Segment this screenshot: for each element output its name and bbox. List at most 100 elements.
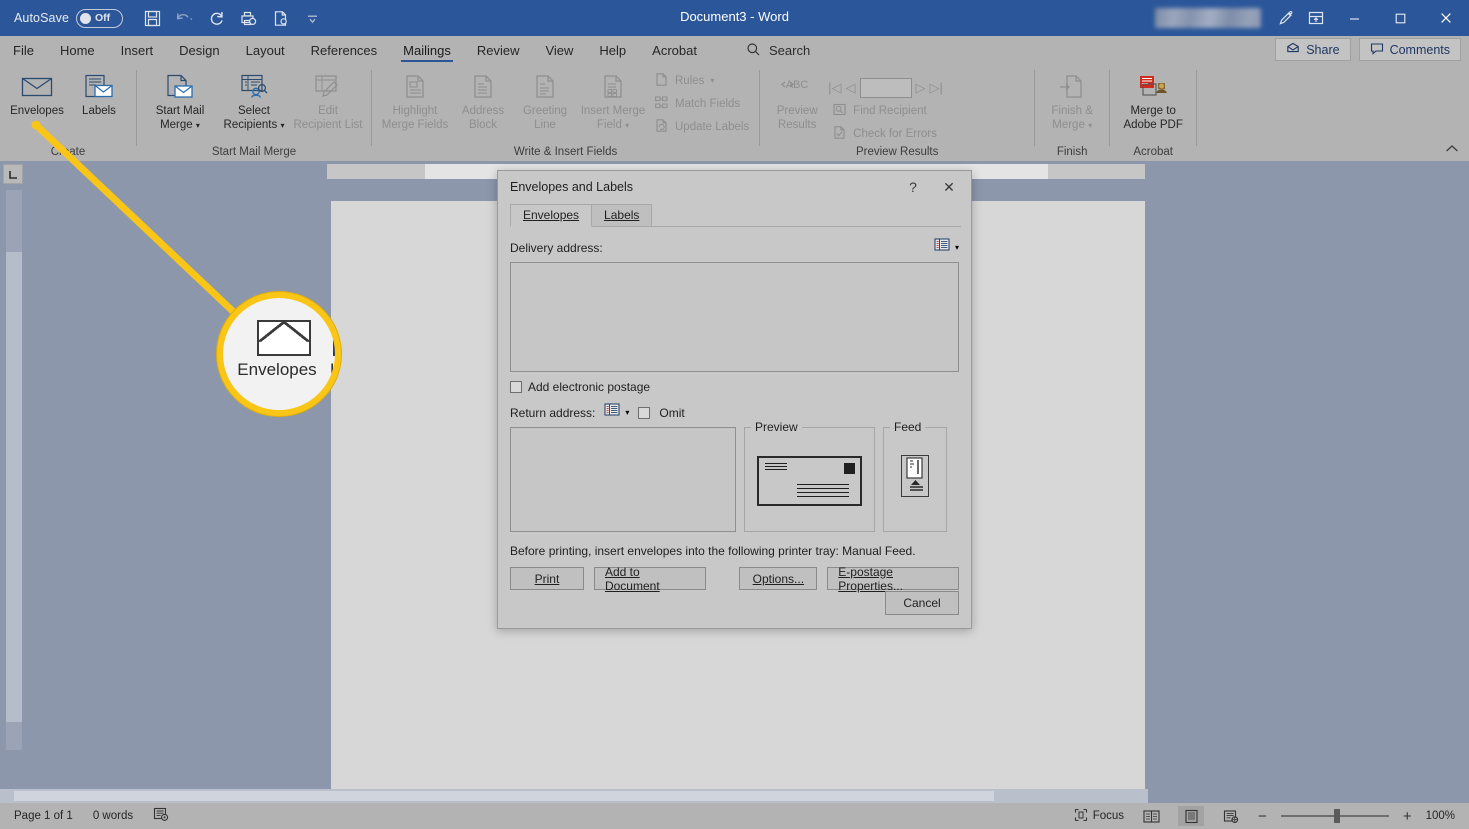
tab-review[interactable]: Review <box>464 36 533 65</box>
greeting-line-button[interactable]: Greeting Line <box>514 65 576 139</box>
merge-to-adobe-pdf-button[interactable]: Merge to Adobe PDF <box>1116 65 1190 139</box>
cancel-button[interactable]: Cancel <box>885 591 959 615</box>
edit-recipient-list-label-1: Edit <box>318 105 338 117</box>
address-block-button[interactable]: Address Block <box>452 65 514 139</box>
feed-direction-icon[interactable] <box>901 455 929 497</box>
highlight-merge-fields-button[interactable]: Highlight Merge Fields <box>378 65 452 139</box>
svg-text:ABC: ABC <box>786 79 809 91</box>
zoom-out-button[interactable]: − <box>1258 808 1267 825</box>
comments-button[interactable]: Comments <box>1358 38 1461 61</box>
omit-checkbox[interactable] <box>638 406 651 419</box>
maximize-button[interactable] <box>1377 0 1423 36</box>
match-fields-button[interactable]: Match Fields <box>650 94 753 114</box>
envelopes-button[interactable]: Envelopes <box>6 65 68 139</box>
epostage-properties-button[interactable]: E-postage Properties... <box>827 565 959 593</box>
options-button[interactable]: Options... <box>739 567 818 590</box>
tab-design[interactable]: Design <box>166 36 232 65</box>
check-for-errors-button[interactable]: Check for Errors <box>828 124 1028 144</box>
add-electronic-postage-checkbox[interactable] <box>510 381 522 393</box>
dialog-help-button[interactable]: ? <box>895 173 931 201</box>
zoom-slider-thumb[interactable] <box>1333 809 1340 823</box>
read-mode-button[interactable] <box>1138 806 1164 826</box>
tab-mailings[interactable]: Mailings <box>390 36 464 65</box>
greeting-line-label-1: Greeting <box>522 105 568 117</box>
tab-layout[interactable]: Layout <box>233 36 298 65</box>
add-to-document-button[interactable]: Add to Document <box>593 565 707 593</box>
return-address-input[interactable] <box>510 427 736 532</box>
tab-help[interactable]: Help <box>586 36 639 65</box>
merge-to-adobe-pdf-label-1: Merge to <box>1130 105 1176 117</box>
dialog-tab-envelopes[interactable]: Envelopes <box>510 204 593 227</box>
dialog-tab-labels[interactable]: Labels <box>591 204 653 226</box>
print-button[interactable]: Print <box>510 567 584 590</box>
start-mail-merge-button[interactable]: Start Mail Merge ▾ <box>143 65 217 139</box>
check-for-errors-icon <box>832 125 847 143</box>
delivery-address-input[interactable] <box>510 262 959 372</box>
print-preview-icon[interactable] <box>233 4 263 32</box>
redo-icon[interactable] <box>201 4 231 32</box>
customize-qat-icon[interactable] <box>297 4 327 32</box>
undo-icon[interactable] <box>169 4 199 32</box>
horizontal-scrollbar-thumb[interactable] <box>14 791 994 801</box>
ribbon-display-icon[interactable] <box>1301 2 1331 34</box>
tab-home[interactable]: Home <box>47 36 108 65</box>
page-info[interactable]: Page 1 of 1 <box>14 810 73 822</box>
focus-icon <box>1074 808 1088 825</box>
ink-pen-icon[interactable] <box>1271 2 1301 34</box>
envelope-icon <box>20 70 54 104</box>
dialog-close-button[interactable]: ✕ <box>931 173 967 201</box>
word-count[interactable]: 0 words <box>93 810 133 822</box>
tab-layout-label: Layout <box>245 43 285 58</box>
add-electronic-postage-row[interactable]: Add electronic postage <box>508 380 961 394</box>
select-recipients-button[interactable]: Select Recipients ▾ <box>217 65 291 139</box>
tab-file[interactable]: File <box>0 36 47 65</box>
tab-references-label: References <box>310 43 378 58</box>
rules-button[interactable]: Rules ▾ <box>650 71 753 91</box>
close-button[interactable] <box>1423 0 1469 36</box>
return-address-book-button[interactable]: ▾ <box>604 403 629 422</box>
insert-merge-field-button[interactable]: Insert Merge Field ▾ <box>576 65 650 139</box>
autosave-control[interactable]: AutoSave Off <box>14 8 124 28</box>
horizontal-scrollbar[interactable] <box>0 789 1148 803</box>
preview-results-button[interactable]: ABC Preview Results <box>766 65 828 139</box>
finish-merge-label-1: Finish & <box>1051 105 1093 117</box>
tab-view[interactable]: View <box>532 36 586 65</box>
update-labels-button[interactable]: Update Labels <box>650 117 753 137</box>
zoom-slider[interactable] <box>1280 809 1389 823</box>
check-for-errors-label: Check for Errors <box>853 128 937 140</box>
delivery-address-book-button[interactable]: ▾ <box>934 238 959 257</box>
next-record-icon[interactable]: ▷ <box>916 80 926 96</box>
labels-button[interactable]: Labels <box>68 65 130 139</box>
omit-label: Omit <box>659 405 685 420</box>
dialog-tab-labels-label: Labels <box>604 208 640 222</box>
select-recipients-label-1: Select <box>238 105 270 117</box>
proofing-errors-icon[interactable] <box>153 807 169 825</box>
find-recipient-button[interactable]: Find Recipient <box>828 101 1028 121</box>
vertical-ruler[interactable] <box>6 190 22 750</box>
autosave-toggle[interactable]: Off <box>76 8 124 28</box>
tab-stop-left-icon[interactable] <box>3 164 23 184</box>
finish-merge-button[interactable]: Finish & Merge ▾ <box>1041 65 1103 139</box>
open-icon[interactable] <box>265 4 295 32</box>
zoom-in-button[interactable]: + <box>1403 808 1412 825</box>
web-layout-button[interactable] <box>1218 806 1244 826</box>
envelopes-label: Envelopes <box>10 105 64 117</box>
tab-acrobat[interactable]: Acrobat <box>639 36 710 65</box>
last-record-icon[interactable]: ▷| <box>930 80 943 96</box>
address-block-icon <box>468 70 498 104</box>
previous-record-icon[interactable]: ◁ <box>846 80 856 96</box>
minimize-button[interactable] <box>1331 0 1377 36</box>
first-record-icon[interactable]: |◁ <box>828 80 841 96</box>
print-layout-button[interactable] <box>1178 806 1205 826</box>
collapse-ribbon-button[interactable] <box>1445 143 1459 157</box>
focus-button[interactable]: Focus <box>1074 808 1124 825</box>
tab-insert[interactable]: Insert <box>108 36 167 65</box>
record-number-input[interactable] <box>859 78 912 98</box>
share-button[interactable]: Share <box>1275 38 1351 61</box>
save-icon[interactable] <box>137 4 167 32</box>
edit-recipient-list-button[interactable]: Edit Recipient List <box>291 65 365 139</box>
tab-references[interactable]: References <box>298 36 390 65</box>
user-account-label[interactable] <box>1155 8 1261 28</box>
zoom-level-label[interactable]: 100% <box>1426 810 1455 822</box>
search-box[interactable]: Search <box>746 42 810 60</box>
